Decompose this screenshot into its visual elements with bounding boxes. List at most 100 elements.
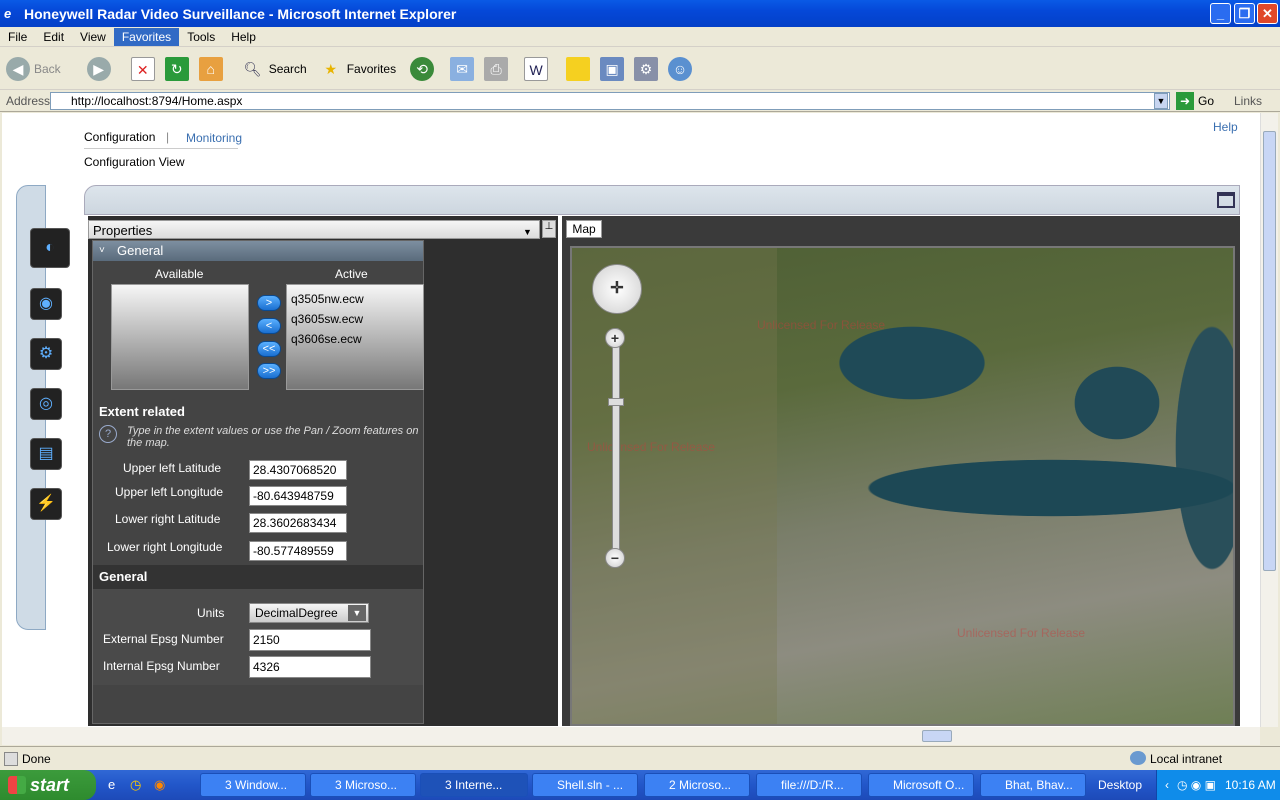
- menu-bar: File Edit View Favorites Tools Help: [0, 27, 1280, 47]
- menu-tools[interactable]: Tools: [179, 28, 223, 46]
- history-button[interactable]: ⟲: [410, 56, 438, 81]
- research-icon: ▣: [600, 56, 625, 81]
- pan-control[interactable]: ✛: [592, 264, 642, 314]
- desktop-toolbar[interactable]: Desktop: [1098, 778, 1142, 792]
- available-list[interactable]: [111, 284, 249, 390]
- tools-button[interactable]: ⚙: [634, 56, 662, 81]
- refresh-button[interactable]: ↻: [164, 56, 193, 81]
- map-watermark: Unlicensed For Release: [587, 440, 716, 454]
- satellite-map[interactable]: Unlicensed For Release Unlicensed For Re…: [570, 246, 1235, 726]
- messenger-button[interactable]: ☺: [668, 56, 696, 81]
- taskbar: start e ◷ ◉ 3 Window... 3 Microso... 3 I…: [0, 770, 1280, 800]
- edit-button[interactable]: W: [524, 56, 552, 81]
- tab-map[interactable]: Map: [566, 220, 602, 238]
- tray-icons[interactable]: ◷ ◉ ▣: [1177, 770, 1216, 800]
- refresh-icon: ↻: [164, 56, 189, 81]
- forward-arrow-icon: ▶: [86, 56, 111, 81]
- back-button[interactable]: ◀ Back: [6, 56, 61, 81]
- gear-lightning-icon[interactable]: ⚡: [30, 488, 62, 520]
- taskbar-item[interactable]: 2 Microso...: [644, 773, 750, 797]
- vertical-scrollbar[interactable]: [1260, 113, 1278, 727]
- move-all-right-button[interactable]: >>: [257, 363, 281, 379]
- menu-edit[interactable]: Edit: [35, 28, 72, 46]
- go-button[interactable]: ➜ Go: [1176, 92, 1214, 110]
- lower-right-longitude-field[interactable]: -80.577489559: [249, 541, 347, 561]
- stop-button[interactable]: ✕: [130, 56, 159, 81]
- clock: 10:16 AM: [1225, 778, 1276, 792]
- note-icon: [566, 56, 591, 81]
- tools-icon: ⚙: [634, 56, 659, 81]
- zoom-thumb[interactable]: [608, 398, 624, 406]
- scroll-thumb[interactable]: [1263, 131, 1276, 571]
- taskbar-item[interactable]: Bhat, Bhav...: [980, 773, 1086, 797]
- dropdown-icon[interactable]: ▼: [523, 223, 532, 242]
- taskbar-item[interactable]: Shell.sln - ...: [532, 773, 638, 797]
- upper-left-longitude-field[interactable]: -80.643948759: [249, 486, 347, 506]
- menu-help[interactable]: Help: [223, 28, 264, 46]
- pin-icon[interactable]: ⊥: [542, 220, 556, 238]
- chevron-down-icon[interactable]: ▼: [1154, 93, 1168, 109]
- tab-configuration[interactable]: Configuration: [84, 130, 155, 144]
- properties-title: Properties ▼: [88, 220, 540, 239]
- horizontal-scrollbar[interactable]: [2, 727, 1260, 745]
- zoom-in-button[interactable]: +: [605, 328, 625, 348]
- printer-icon: ⎙: [484, 56, 509, 81]
- taskbar-item[interactable]: Microsoft O...: [868, 773, 974, 797]
- help-link[interactable]: Help: [1213, 120, 1238, 134]
- tab-monitoring[interactable]: Monitoring: [186, 131, 242, 145]
- maximize-button[interactable]: ❐: [1234, 3, 1255, 24]
- list-item[interactable]: q3606se.ecw: [291, 329, 423, 349]
- move-left-button[interactable]: <: [257, 318, 281, 334]
- ie-quicklaunch-icon[interactable]: e: [108, 777, 115, 792]
- map-panel: Map Unlicensed For Release Unlicensed Fo…: [562, 216, 1240, 726]
- document-icon[interactable]: ▤: [30, 438, 62, 470]
- menu-view[interactable]: View: [72, 28, 114, 46]
- notes-button[interactable]: [566, 56, 594, 81]
- firefox-quicklaunch-icon[interactable]: ◉: [154, 777, 165, 793]
- external-epsg-field[interactable]: 2150: [249, 629, 371, 651]
- home-button[interactable]: ⌂: [198, 56, 227, 81]
- taskbar-item[interactable]: 3 Microso...: [310, 773, 416, 797]
- minimize-button[interactable]: _: [1210, 3, 1231, 24]
- internal-epsg-label: Internal Epsg Number: [103, 659, 220, 673]
- scroll-thumb[interactable]: [922, 730, 952, 742]
- taskbar-item-active[interactable]: 3 Interne...: [420, 773, 528, 797]
- address-input[interactable]: http://localhost:8794/Home.aspx: [50, 92, 1170, 110]
- home-icon: ⌂: [198, 56, 223, 81]
- general-section-header[interactable]: ˅ General: [93, 241, 423, 261]
- outlook-quicklaunch-icon[interactable]: ◷: [130, 777, 141, 793]
- camera-settings-icon[interactable]: ◎: [30, 388, 62, 420]
- start-button[interactable]: start: [0, 770, 96, 800]
- list-item[interactable]: q3605sw.ecw: [291, 309, 423, 329]
- lower-right-latitude-field[interactable]: 28.3602683434: [249, 513, 347, 533]
- units-select[interactable]: DecimalDegree ▼: [249, 603, 369, 623]
- gear-icon[interactable]: ⚙: [30, 338, 62, 370]
- favorites-button[interactable]: ★ Favorites: [319, 57, 396, 81]
- search-button[interactable]: 🔍︎ Search: [241, 57, 307, 81]
- upper-left-latitude-field[interactable]: 28.4307068520: [249, 460, 347, 480]
- close-button[interactable]: ✕: [1257, 3, 1278, 24]
- mail-button[interactable]: ✉: [450, 56, 478, 81]
- maximize-panel-icon[interactable]: [1217, 192, 1235, 208]
- taskbar-item[interactable]: 3 Window...: [200, 773, 306, 797]
- globe-icon[interactable]: ◐: [30, 228, 70, 268]
- radar-icon[interactable]: ◉: [30, 288, 62, 320]
- zoom-slider[interactable]: [612, 328, 620, 558]
- menu-file[interactable]: File: [0, 28, 35, 46]
- research-button[interactable]: ▣: [600, 56, 628, 81]
- active-label: Active: [335, 267, 368, 281]
- list-item[interactable]: q3505nw.ecw: [291, 289, 423, 309]
- forward-button[interactable]: ▶: [86, 56, 115, 81]
- taskbar-item[interactable]: file:///D:/R...: [756, 773, 862, 797]
- internal-epsg-field[interactable]: 4326: [249, 656, 371, 678]
- menu-favorites[interactable]: Favorites: [113, 27, 180, 46]
- main-header: [84, 185, 1240, 215]
- active-list[interactable]: q3505nw.ecw q3605sw.ecw q3606se.ecw: [286, 284, 424, 390]
- move-all-left-button[interactable]: <<: [257, 341, 281, 357]
- move-right-button[interactable]: >: [257, 295, 281, 311]
- print-button[interactable]: ⎙: [484, 56, 512, 81]
- window-titlebar: e Honeywell Radar Video Surveillance - M…: [0, 0, 1280, 27]
- links-label[interactable]: Links: [1234, 94, 1262, 108]
- zoom-out-button[interactable]: −: [605, 548, 625, 568]
- tray-expand-icon[interactable]: ‹: [1165, 770, 1169, 800]
